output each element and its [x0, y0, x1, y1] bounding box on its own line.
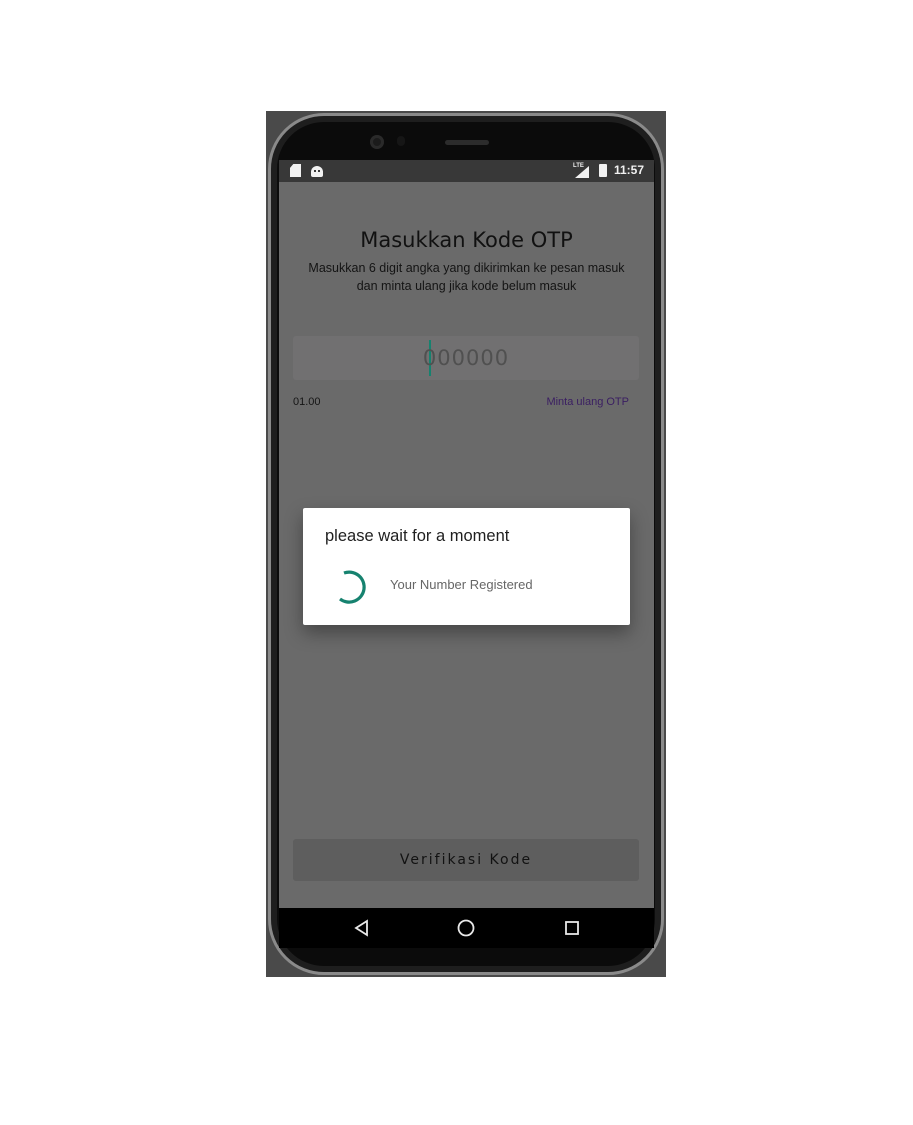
resend-otp-link[interactable]: Minta ulang OTP [546, 396, 629, 408]
progress-dialog: please wait for a moment Your Number Reg… [303, 508, 630, 625]
home-icon[interactable] [456, 918, 476, 938]
verify-code-button[interactable]: Verifikasi Kode [293, 839, 639, 881]
battery-icon [599, 164, 607, 177]
earpiece-speaker [445, 140, 489, 145]
recent-apps-icon[interactable] [562, 918, 582, 938]
sd-card-icon [290, 164, 301, 177]
proximity-sensor [397, 136, 405, 146]
countdown-timer: 01.00 [293, 396, 321, 408]
android-debug-icon [311, 166, 323, 177]
back-icon[interactable] [352, 918, 372, 938]
network-type-label: LTE [573, 163, 584, 169]
dialog-message: Your Number Registered [390, 577, 533, 592]
status-bar: LTE 11:57 [279, 160, 654, 182]
otp-screen: Masukkan Kode OTP Masukkan 6 digit angka… [279, 182, 654, 908]
navigation-bar [279, 908, 654, 948]
loading-spinner-icon [339, 570, 366, 604]
otp-input[interactable] [293, 336, 639, 380]
status-time: 11:57 [614, 163, 645, 177]
dialog-title: please wait for a moment [325, 527, 510, 545]
otp-field[interactable] [293, 336, 639, 380]
front-camera [370, 135, 384, 149]
page-subtitle: Masukkan 6 digit angka yang dikirimkan k… [308, 261, 625, 293]
phone-screen: LTE 11:57 Masukkan Kode OTP Masukkan 6 d… [279, 160, 654, 948]
page-title: Masukkan Kode OTP [360, 228, 573, 252]
